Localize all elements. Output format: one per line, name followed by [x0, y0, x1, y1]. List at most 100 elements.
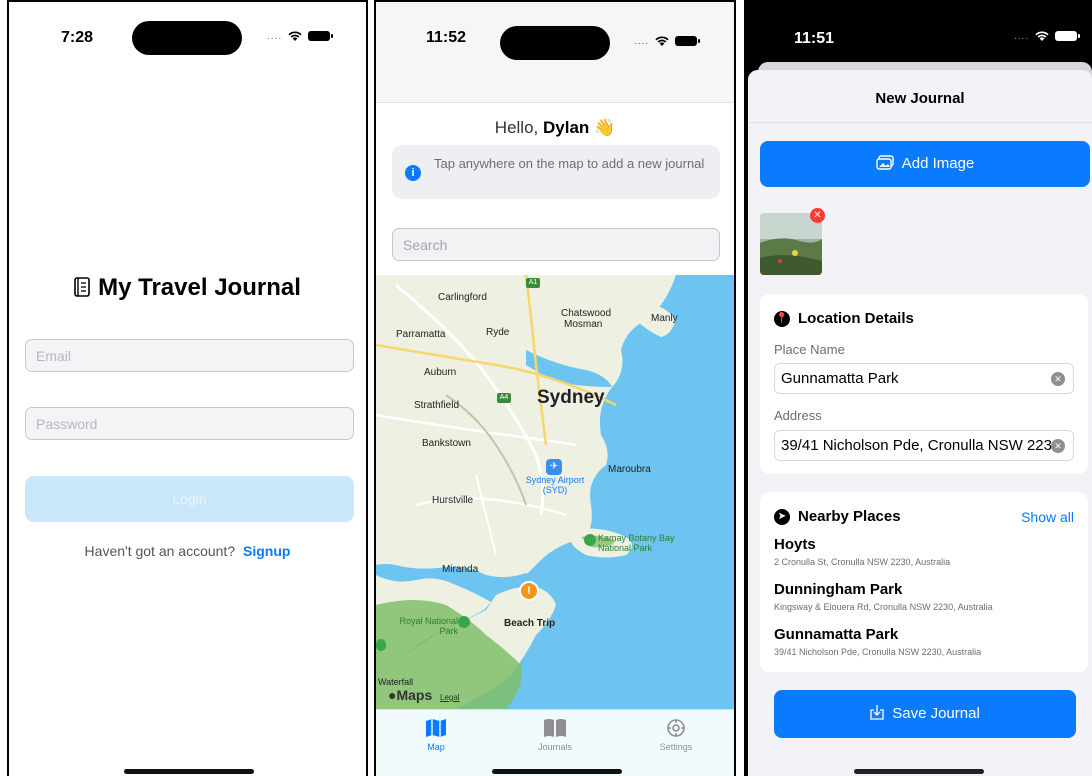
place-name-label: Place Name — [774, 342, 845, 357]
home-indicator — [854, 769, 984, 774]
sheet-header: New Journal — [748, 70, 1092, 123]
info-text: Tap anywhere on the map to add a new jou… — [434, 156, 705, 171]
tab-settings[interactable]: Settings — [626, 718, 726, 752]
nearby-place-name[interactable]: Hoyts — [774, 536, 816, 553]
clear-icon[interactable]: ✕ — [1051, 372, 1065, 386]
signal-icon: .... — [634, 35, 650, 47]
map-label: Carlingford — [438, 292, 487, 303]
location-details-title: 📍 Location Details — [774, 310, 914, 327]
pin-icon: 📍 — [774, 310, 790, 327]
greeting-name: Dylan — [543, 118, 590, 137]
place-name-field[interactable]: Gunnamatta Park ✕ — [774, 363, 1074, 394]
nearby-places-title: ➤ Nearby Places — [774, 508, 901, 525]
page-title: My Travel Journal — [9, 274, 366, 302]
map-label: Bankstown — [422, 438, 471, 449]
search-placeholder: Search — [403, 237, 448, 253]
info-banner: i Tap anywhere on the map to add a new j… — [392, 145, 720, 199]
add-image-label: Add Image — [901, 155, 975, 172]
book-icon — [544, 719, 566, 737]
map-label: Waterfall — [378, 677, 414, 687]
status-bar: 11:51 .... — [744, 0, 1092, 60]
new-journal-sheet: New Journal Add Image ✕ 📍 Location Detai… — [748, 70, 1092, 776]
legal-link[interactable]: Legal — [440, 693, 460, 702]
location-arrow-icon: ➤ — [774, 508, 790, 525]
journal-pin[interactable]: ǃ — [519, 581, 539, 601]
new-journal-phone: 11:51 .... New Journal Add Image ✕ 📍 Loc… — [744, 0, 1092, 776]
status-time: 11:52 — [426, 29, 467, 46]
add-image-button[interactable]: Add Image — [760, 141, 1090, 187]
wave-icon: 👋 — [594, 118, 616, 137]
map-label: Mosman — [564, 319, 603, 330]
tab-journals[interactable]: Journals — [505, 718, 605, 752]
wifi-icon — [1035, 31, 1049, 41]
photo-thumbnail[interactable] — [760, 213, 822, 275]
greeting-prefix: Hello, — [494, 118, 539, 137]
home-indicator — [124, 769, 254, 774]
sheet-title: New Journal — [875, 90, 965, 107]
dynamic-island — [500, 26, 610, 60]
map-view[interactable]: Carlingford Chatswood Manly Parramatta R… — [376, 275, 734, 709]
password-placeholder: Password — [36, 416, 98, 432]
save-journal-button[interactable]: Save Journal — [774, 690, 1076, 738]
map-label: Hurstville — [432, 495, 474, 506]
status-icons: .... — [1014, 30, 1081, 42]
status-bar: 7:28 .... — [9, 2, 366, 62]
tab-label: Settings — [659, 742, 693, 752]
password-field[interactable]: Password — [25, 407, 354, 440]
remove-photo-button[interactable]: ✕ — [810, 208, 825, 223]
road-shield-a4: A4 — [497, 393, 511, 403]
home-indicator — [492, 769, 622, 774]
nearby-place-name[interactable]: Dunningham Park — [774, 581, 902, 598]
battery-icon — [675, 36, 701, 46]
dynamic-island — [132, 21, 242, 55]
search-input[interactable]: Search — [392, 228, 720, 261]
location-details-card: 📍 Location Details Place Name Gunnamatta… — [760, 294, 1088, 474]
save-icon — [870, 705, 884, 720]
wifi-icon — [655, 36, 669, 46]
status-icons: .... — [634, 35, 701, 47]
map-icon — [426, 719, 446, 737]
park-icon — [458, 616, 470, 628]
battery-icon — [308, 31, 334, 41]
email-placeholder: Email — [36, 348, 72, 364]
signup-prompt: Haven't got an account? — [84, 543, 236, 559]
map-label: Kamay Botany Bay National Park — [598, 533, 675, 553]
park-icon — [584, 534, 596, 546]
signal-icon: .... — [1014, 30, 1030, 42]
photo-icon — [876, 155, 894, 170]
map-label: Chatswood — [561, 308, 612, 319]
title-text: My Travel Journal — [98, 274, 301, 301]
map-label: Parramatta — [396, 329, 446, 340]
tab-label: Map — [427, 742, 445, 752]
signup-link[interactable]: Signup — [243, 543, 290, 559]
map-label: Royal National Park — [399, 616, 458, 636]
clear-icon[interactable]: ✕ — [1051, 439, 1065, 453]
status-time: 7:28 — [61, 29, 94, 46]
park-icon — [376, 639, 386, 651]
login-button[interactable]: Login — [25, 476, 354, 522]
map-label: Auburn — [424, 367, 457, 378]
nearby-place-address: 39/41 Nicholson Pde, Cronulla NSW 2230, … — [774, 647, 982, 657]
show-all-link[interactable]: Show all — [1021, 509, 1074, 525]
road-shield-a1: A1 — [526, 278, 540, 288]
apple-maps-logo: ●Maps — [388, 687, 433, 703]
tab-map[interactable]: Map — [386, 718, 486, 752]
save-journal-label: Save Journal — [892, 705, 980, 722]
greeting: Hello, Dylan 👋 — [376, 118, 734, 138]
email-field[interactable]: Email — [25, 339, 354, 372]
info-icon: i — [405, 165, 421, 181]
airport-icon: ✈ — [546, 459, 562, 475]
nearby-place-address: 2 Cronulla St, Cronulla NSW 2230, Austra… — [774, 557, 951, 567]
nearby-place-name[interactable]: Gunnamatta Park — [774, 626, 898, 643]
battery-icon — [1055, 31, 1081, 41]
place-name-value: Gunnamatta Park — [781, 370, 899, 387]
gear-icon — [667, 719, 685, 737]
signal-icon: .... — [267, 30, 283, 42]
nearby-places-card: ➤ Nearby Places Show all Hoyts 2 Cronull… — [760, 492, 1088, 672]
status-icons: .... — [267, 30, 334, 42]
status-bar: 11:52 .... — [376, 2, 734, 62]
address-field[interactable]: 39/41 Nicholson Pde, Cronulla NSW 2230 ✕ — [774, 430, 1074, 461]
address-value: 39/41 Nicholson Pde, Cronulla NSW 2230 — [781, 437, 1061, 454]
signup-row: Haven't got an account? Signup — [9, 543, 366, 559]
status-time: 11:51 — [794, 30, 835, 47]
